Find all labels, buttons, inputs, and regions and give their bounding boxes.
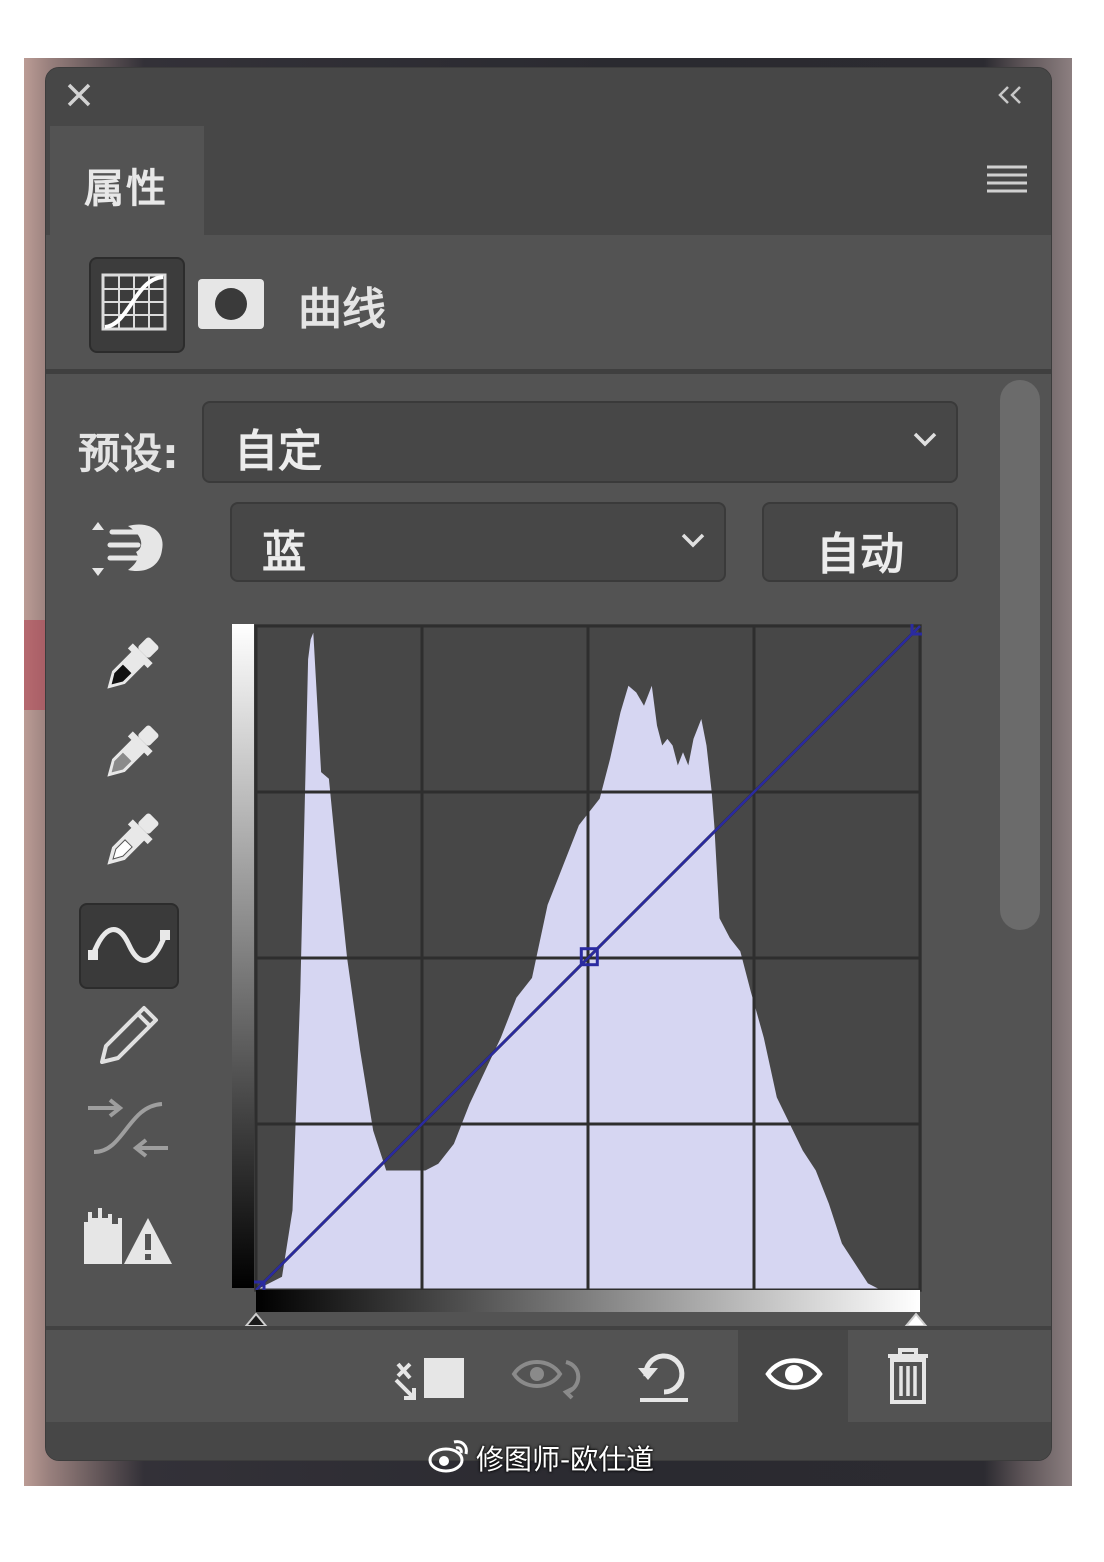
- close-icon[interactable]: [64, 80, 94, 110]
- weibo-logo-icon: [428, 1440, 468, 1473]
- output-gradient-bar: [232, 624, 256, 1288]
- channel-value: 蓝: [262, 527, 306, 578]
- tab-bar: 属性: [46, 122, 1051, 235]
- reset-icon[interactable]: [634, 1348, 694, 1404]
- chevron-down-icon: [681, 533, 705, 548]
- scrollbar-thumb[interactable]: [1000, 380, 1040, 930]
- preset-value: 自定: [234, 426, 322, 477]
- input-gradient-bar: [256, 1290, 920, 1312]
- curves-adjustment-button[interactable]: [89, 257, 185, 353]
- tab-properties-label: 属性: [84, 166, 168, 212]
- tab-properties[interactable]: 属性: [50, 126, 204, 235]
- targeted-adjustment-hand-icon[interactable]: [88, 518, 168, 580]
- preset-label: 预设:: [78, 429, 179, 478]
- curves-adjustment-icon: [101, 273, 167, 331]
- black-eyedropper-icon[interactable]: [94, 630, 166, 702]
- clip-to-layer-icon[interactable]: [392, 1352, 468, 1404]
- watermark-text: 修图师-欧仕道: [476, 1443, 655, 1476]
- layer-mask-icon[interactable]: [198, 279, 264, 329]
- double-chevron-left-icon[interactable]: [995, 84, 1025, 106]
- chevron-down-icon: [913, 432, 937, 447]
- panel-title-bar: [46, 68, 1051, 122]
- edit-points-curve-button[interactable]: [79, 903, 179, 989]
- edit-points-curve-icon: [88, 927, 170, 963]
- adjustment-header: 曲线: [46, 235, 1051, 369]
- smooth-curve-icon[interactable]: [84, 1096, 172, 1160]
- panel-divider: [46, 369, 1051, 374]
- gray-eyedropper-icon[interactable]: [94, 718, 166, 790]
- preset-dropdown[interactable]: 自定: [202, 401, 958, 483]
- eye-visibility-icon[interactable]: [764, 1352, 824, 1396]
- panel-footer: [46, 1326, 1051, 1426]
- channel-dropdown[interactable]: 蓝: [230, 502, 726, 582]
- pencil-draw-icon[interactable]: [94, 1002, 164, 1070]
- curves-graph[interactable]: [254, 624, 922, 1292]
- properties-panel: 属性 曲线 预设: 自定 蓝 自动: [45, 67, 1052, 1461]
- view-previous-state-icon[interactable]: [510, 1352, 588, 1404]
- hamburger-menu-icon[interactable]: [985, 164, 1029, 194]
- auto-button[interactable]: 自动: [762, 502, 958, 582]
- auto-button-label: 自动: [816, 529, 904, 580]
- trash-icon[interactable]: [884, 1346, 932, 1406]
- clipping-warning-icon[interactable]: [82, 1204, 174, 1266]
- adjustment-title: 曲线: [298, 284, 386, 335]
- white-eyedropper-icon[interactable]: [94, 806, 166, 878]
- background-photo-detail: [24, 620, 46, 710]
